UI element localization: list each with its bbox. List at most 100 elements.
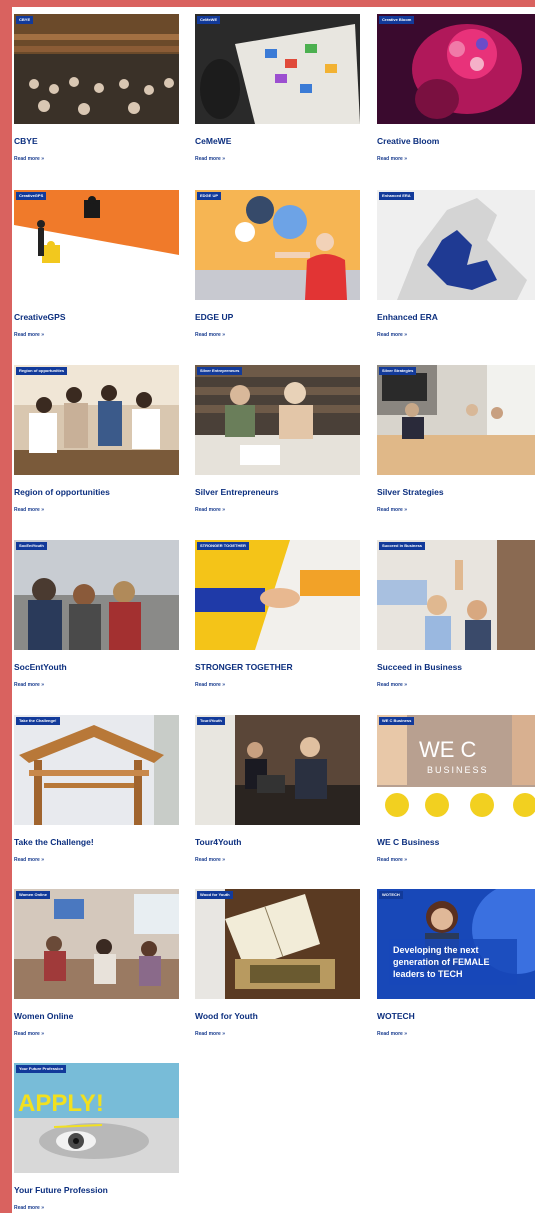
read-more-link[interactable]: Read more » (14, 857, 179, 863)
wotech-banner-line3: leaders to TECH (393, 969, 463, 979)
project-title-link[interactable]: WOTECH (377, 1011, 535, 1021)
project-tag: STRONGER TOGETHER (197, 542, 249, 550)
read-more-link[interactable]: Read more » (14, 156, 179, 162)
wotech-banner-line2: generation of FEMALE (393, 957, 490, 967)
project-card-we-c-business[interactable]: WE C BUSINESS WE C Business WE C Business… (377, 715, 535, 863)
project-title-link[interactable]: Enhanced ERA (377, 312, 535, 322)
project-title-link[interactable]: Tour4Youth (195, 837, 360, 847)
project-card-socentyouth[interactable]: SocEntYouth SocEntYouth Read more » (14, 540, 179, 688)
project-image-take-the-challenge[interactable]: Take the Challenge! (14, 715, 179, 825)
project-image-creativegps[interactable]: CreativeGPS (14, 190, 179, 300)
project-title-link[interactable]: Wood for Youth (195, 1011, 360, 1021)
project-image-creative-bloom[interactable]: Creative Bloom (377, 14, 535, 124)
project-card-wood-for-youth[interactable]: Wood for Youth Wood for Youth Read more … (195, 889, 360, 1037)
project-title-link[interactable]: Your Future Profession (14, 1185, 179, 1195)
project-tag: Enhanced ERA (379, 192, 414, 200)
project-card-your-future-profession[interactable]: APPLY! Your Future Profession Your Futur… (14, 1063, 179, 1211)
project-image-enhanced-era[interactable]: Enhanced ERA (377, 190, 535, 300)
project-card-edge-up[interactable]: EDGE UP EDGE UP Read more » (195, 190, 360, 338)
project-image-wotech[interactable]: Developing the next generation of FEMALE l… (377, 889, 535, 999)
project-tag: Wood for Youth (197, 891, 233, 899)
project-tag: CeMeWE (197, 16, 221, 24)
read-more-link[interactable]: Read more » (377, 857, 535, 863)
read-more-link[interactable]: Read more » (195, 332, 360, 338)
read-more-link[interactable]: Read more » (377, 332, 535, 338)
project-image-tour4youth[interactable]: Tour4Youth (195, 715, 360, 825)
read-more-link[interactable]: Read more » (195, 1031, 360, 1037)
wotech-banner-line1: Developing the next (393, 945, 479, 955)
project-tag: CBYE (16, 16, 34, 24)
project-card-tour4youth[interactable]: Tour4Youth Tour4Youth Read more » (195, 715, 360, 863)
project-tag: Women Online (16, 891, 50, 899)
project-tag: Silver Strategies (379, 367, 417, 375)
project-card-wotech[interactable]: Developing the next generation of FEMALE l… (377, 889, 535, 1037)
apply-headline: APPLY! (18, 1090, 104, 1117)
project-card-enhanced-era[interactable]: Enhanced ERA Enhanced ERA Read more » (377, 190, 535, 338)
project-title-link[interactable]: Silver Strategies (377, 487, 535, 497)
read-more-link[interactable]: Read more » (14, 507, 179, 513)
project-title-link[interactable]: Silver Entrepreneurs (195, 487, 360, 497)
read-more-link[interactable]: Read more » (14, 332, 179, 338)
project-card-region-of-opportunities[interactable]: Region of opportunities Region of opport… (14, 365, 179, 513)
project-image-silver-strategies[interactable]: Silver Strategies (377, 365, 535, 475)
project-title-link[interactable]: Women Online (14, 1011, 179, 1021)
project-card-silver-entrepreneurs[interactable]: Silver Entrepreneurs Silver Entrepreneur… (195, 365, 360, 513)
project-title-link[interactable]: EDGE UP (195, 312, 360, 322)
project-image-edge-up[interactable]: EDGE UP (195, 190, 360, 300)
project-image-we-c-business[interactable]: WE C BUSINESS WE C Business (377, 715, 535, 825)
project-tag: Your Future Profession (16, 1065, 67, 1073)
project-image-women-online[interactable]: Women Online (14, 889, 179, 999)
project-image-succeed-in-business[interactable]: Succeed in Business (377, 540, 535, 650)
read-more-link[interactable]: Read more » (195, 682, 360, 688)
read-more-link[interactable]: Read more » (195, 857, 360, 863)
project-image-your-future-profession[interactable]: APPLY! Your Future Profession (14, 1063, 179, 1173)
read-more-link[interactable]: Read more » (377, 1031, 535, 1037)
project-card-women-online[interactable]: Women Online Women Online Read more » (14, 889, 179, 1037)
project-tag: Silver Entrepreneurs (197, 367, 243, 375)
project-card-succeed-in-business[interactable]: Succeed in Business Succeed in Business … (377, 540, 535, 688)
project-title-link[interactable]: Region of opportunities (14, 487, 179, 497)
project-tag: Tour4Youth (197, 717, 225, 725)
project-title-link[interactable]: CreativeGPS (14, 312, 179, 322)
project-tag: Region of opportunities (16, 367, 68, 375)
project-image-stronger-together[interactable]: STRONGER TOGETHER (195, 540, 360, 650)
project-image-socentyouth[interactable]: SocEntYouth (14, 540, 179, 650)
project-tag: Succeed in Business (379, 542, 426, 550)
project-image-wood-for-youth[interactable]: Wood for Youth (195, 889, 360, 999)
project-tag: EDGE UP (197, 192, 222, 200)
project-title-link[interactable]: CeMeWE (195, 136, 360, 146)
project-card-stronger-together[interactable]: STRONGER TOGETHER STRONGER TOGETHER Read… (195, 540, 360, 688)
window-frame-left (0, 0, 12, 1213)
project-title-link[interactable]: STRONGER TOGETHER (195, 662, 360, 672)
read-more-link[interactable]: Read more » (377, 682, 535, 688)
project-title-link[interactable]: CBYE (14, 136, 179, 146)
project-card-cbye[interactable]: CBYE CBYE Read more » (14, 14, 179, 162)
project-card-silver-strategies[interactable]: Silver Strategies Silver Strategies Read… (377, 365, 535, 513)
project-tag: Take the Challenge! (16, 717, 60, 725)
project-tag: CreativeGPS (16, 192, 47, 200)
project-image-silver-entrepreneurs[interactable]: Silver Entrepreneurs (195, 365, 360, 475)
read-more-link[interactable]: Read more » (377, 156, 535, 162)
project-tag: SocEntYouth (16, 542, 47, 550)
project-card-cemewe[interactable]: CeMeWE CeMeWE Read more » (195, 14, 360, 162)
read-more-link[interactable]: Read more » (14, 1205, 179, 1211)
window-frame-top (0, 0, 535, 7)
project-tag: WE C Business (379, 717, 415, 725)
project-image-cbye[interactable]: CBYE (14, 14, 179, 124)
project-title-link[interactable]: Take the Challenge! (14, 837, 179, 847)
project-card-take-the-challenge[interactable]: Take the Challenge! Take the Challenge! … (14, 715, 179, 863)
read-more-link[interactable]: Read more » (195, 507, 360, 513)
project-image-cemewe[interactable]: CeMeWE (195, 14, 360, 124)
project-title-link[interactable]: Succeed in Business (377, 662, 535, 672)
read-more-link[interactable]: Read more » (377, 507, 535, 513)
project-card-creativegps[interactable]: CreativeGPS CreativeGPS Read more » (14, 190, 179, 338)
project-title-link[interactable]: SocEntYouth (14, 662, 179, 672)
project-image-region-of-opportunities[interactable]: Region of opportunities (14, 365, 179, 475)
project-title-link[interactable]: Creative Bloom (377, 136, 535, 146)
read-more-link[interactable]: Read more » (14, 682, 179, 688)
project-title-link[interactable]: WE C Business (377, 837, 535, 847)
read-more-link[interactable]: Read more » (14, 1031, 179, 1037)
wec-logo-subtext: BUSINESS (427, 765, 489, 775)
project-card-creative-bloom[interactable]: Creative Bloom Creative Bloom Read more … (377, 14, 535, 162)
read-more-link[interactable]: Read more » (195, 156, 360, 162)
